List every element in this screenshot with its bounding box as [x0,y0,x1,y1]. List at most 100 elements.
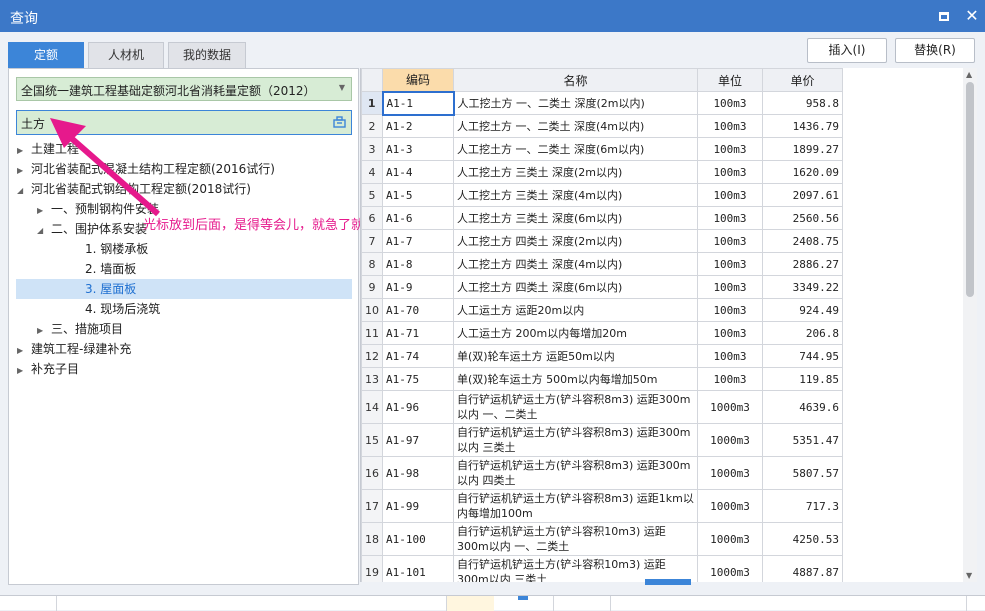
table-row[interactable]: 17 A1-99 自行铲运机铲运土方(铲斗容积8m3) 运距1km以内每增加100m… [361,489,843,523]
cell-code[interactable]: A1-100 [382,522,454,556]
cell-price[interactable]: 2886.27 [762,252,843,276]
cell-price[interactable]: 924.49 [762,298,843,322]
cell-name[interactable]: 人工挖土方 四类土 深度(6m以内) [453,275,698,299]
row-number[interactable]: 2 [361,114,383,138]
cell-code[interactable]: A1-97 [382,423,454,457]
cell-price[interactable]: 1899.27 [762,137,843,161]
table-row[interactable]: 8 A1-8 人工挖土方 四类土 深度(4m以内) 100m3 2886.27 [361,252,843,276]
cell-code[interactable]: A1-7 [382,229,454,253]
cell-name[interactable]: 人工挖土方 四类土 深度(2m以内) [453,229,698,253]
cell-unit[interactable]: 1000m3 [697,522,763,556]
cell-price[interactable]: 2408.75 [762,229,843,253]
row-number[interactable]: 12 [361,344,383,368]
cell-price[interactable]: 4639.6 [762,390,843,424]
row-number[interactable]: 17 [361,489,383,523]
table-row[interactable]: 5 A1-5 人工挖土方 三类土 深度(4m以内) 100m3 2097.61 [361,183,843,207]
cell-unit[interactable]: 100m3 [697,206,763,230]
replace-button[interactable]: 替换(R) [895,38,975,63]
row-number[interactable]: 13 [361,367,383,391]
cell-code[interactable]: A1-96 [382,390,454,424]
cell-name[interactable]: 人工挖土方 三类土 深度(2m以内) [453,160,698,184]
row-number[interactable]: 16 [361,456,383,490]
row-number[interactable]: 7 [361,229,383,253]
scroll-down-icon[interactable]: ▼ [966,571,972,580]
cell-code[interactable]: A1-1 [381,90,455,116]
cell-unit[interactable]: 100m3 [697,160,763,184]
header-code[interactable]: 编码 [382,68,454,92]
table-row[interactable]: 1 A1-1 人工挖土方 一、二类土 深度(2m以内) 100m3 958.8 [361,90,843,116]
row-number[interactable]: 4 [361,160,383,184]
caret-right-icon[interactable]: ▶ [17,361,31,381]
cell-name[interactable]: 单(双)轮车运土方 500m以内每增加50m [453,367,698,391]
header-unit[interactable]: 单位 [697,68,763,92]
tab-my-data[interactable]: 我的数据 [168,42,246,68]
table-row[interactable]: 3 A1-3 人工挖土方 一、二类土 深度(6m以内) 100m3 1899.27 [361,137,843,161]
cell-unit[interactable]: 100m3 [697,344,763,368]
cell-unit[interactable]: 100m3 [697,114,763,138]
cell-price[interactable]: 717.3 [762,489,843,523]
cell-price[interactable]: 1620.09 [762,160,843,184]
cell-code[interactable]: A1-98 [382,456,454,490]
cell-unit[interactable]: 100m3 [697,367,763,391]
cell-price[interactable]: 958.8 [762,91,843,115]
row-number[interactable]: 10 [361,298,383,322]
caret-right-icon[interactable]: ▶ [17,161,31,181]
table-row[interactable]: 6 A1-6 人工挖土方 三类土 深度(6m以内) 100m3 2560.56 [361,206,843,230]
tree-item[interactable]: 4. 现场后浇筑 [71,299,160,319]
cell-price[interactable]: 4250.53 [762,522,843,556]
cell-code[interactable]: A1-75 [382,367,454,391]
cell-price[interactable]: 1436.79 [762,114,843,138]
cell-price[interactable]: 119.85 [762,367,843,391]
clear-search-icon[interactable] [333,115,346,128]
header-name[interactable]: 名称 [453,68,698,92]
insert-button[interactable]: 插入(I) [807,38,887,63]
cell-unit[interactable]: 100m3 [697,275,763,299]
table-row[interactable]: 11 A1-71 人工运土方 200m以内每增加20m 100m3 206.8 [361,321,843,345]
cell-name[interactable]: 人工挖土方 一、二类土 深度(6m以内) [453,137,698,161]
cell-code[interactable]: A1-9 [382,275,454,299]
table-row[interactable]: 10 A1-70 人工运土方 运距20m以内 100m3 924.49 [361,298,843,322]
cell-name[interactable]: 人工挖土方 三类土 深度(6m以内) [453,206,698,230]
splitter-handle[interactable] [645,579,691,585]
tree-item[interactable]: ▶ 建筑工程-绿建补充 [17,339,131,359]
cell-unit[interactable]: 100m3 [697,137,763,161]
cell-code[interactable]: A1-74 [382,344,454,368]
caret-down-icon[interactable]: ◢ [37,221,51,241]
cell-name[interactable]: 人工挖土方 三类土 深度(4m以内) [453,183,698,207]
caret-right-icon[interactable]: ▶ [37,321,51,341]
table-row[interactable]: 19 A1-101 自行铲运机铲运土方(铲斗容积10m3) 运距300m以内 三类土… [361,555,843,582]
scroll-thumb[interactable] [966,82,974,297]
caret-right-icon[interactable]: ▶ [17,341,31,361]
row-number[interactable]: 8 [361,252,383,276]
table-row[interactable]: 9 A1-9 人工挖土方 四类土 深度(6m以内) 100m3 3349.22 [361,275,843,299]
cell-name[interactable]: 人工运土方 运距20m以内 [453,298,698,322]
cell-code[interactable]: A1-71 [382,321,454,345]
cell-price[interactable]: 2097.61 [762,183,843,207]
cell-name[interactable]: 人工挖土方 一、二类土 深度(4m以内) [453,114,698,138]
cell-price[interactable]: 4887.87 [762,555,843,582]
table-row[interactable]: 14 A1-96 自行铲运机铲运土方(铲斗容积8m3) 运距300m以内 一、二类土… [361,390,843,424]
tree-item[interactable]: ◢ 二、围护体系安装 [37,219,147,239]
cell-unit[interactable]: 1000m3 [697,555,763,582]
table-row[interactable]: 15 A1-97 自行铲运机铲运土方(铲斗容积8m3) 运距300m以内 三类土 10… [361,423,843,457]
table-row[interactable]: 16 A1-98 自行铲运机铲运土方(铲斗容积8m3) 运距300m以内 四类土 10… [361,456,843,490]
row-number[interactable]: 15 [361,423,383,457]
row-number[interactable]: 19 [361,555,383,582]
cell-name[interactable]: 人工运土方 200m以内每增加20m [453,321,698,345]
chevron-down-icon[interactable]: ▼ [339,83,345,92]
cell-code[interactable]: A1-3 [382,137,454,161]
cell-unit[interactable]: 1000m3 [697,390,763,424]
cell-code[interactable]: A1-99 [382,489,454,523]
cell-unit[interactable]: 1000m3 [697,456,763,490]
header-price[interactable]: 单价 [762,68,843,92]
cell-name[interactable]: 人工挖土方 四类土 深度(4m以内) [453,252,698,276]
close-icon[interactable]: ✕ [960,4,984,28]
cell-price[interactable]: 3349.22 [762,275,843,299]
cell-price[interactable]: 2560.56 [762,206,843,230]
tree-item[interactable]: ▶ 补充子目 [17,359,79,379]
cell-code[interactable]: A1-2 [382,114,454,138]
tab-quota[interactable]: 定额 [8,42,84,68]
row-number[interactable]: 9 [361,275,383,299]
tree-item[interactable]: ▶ 三、措施项目 [37,319,123,339]
row-number[interactable]: 14 [361,390,383,424]
